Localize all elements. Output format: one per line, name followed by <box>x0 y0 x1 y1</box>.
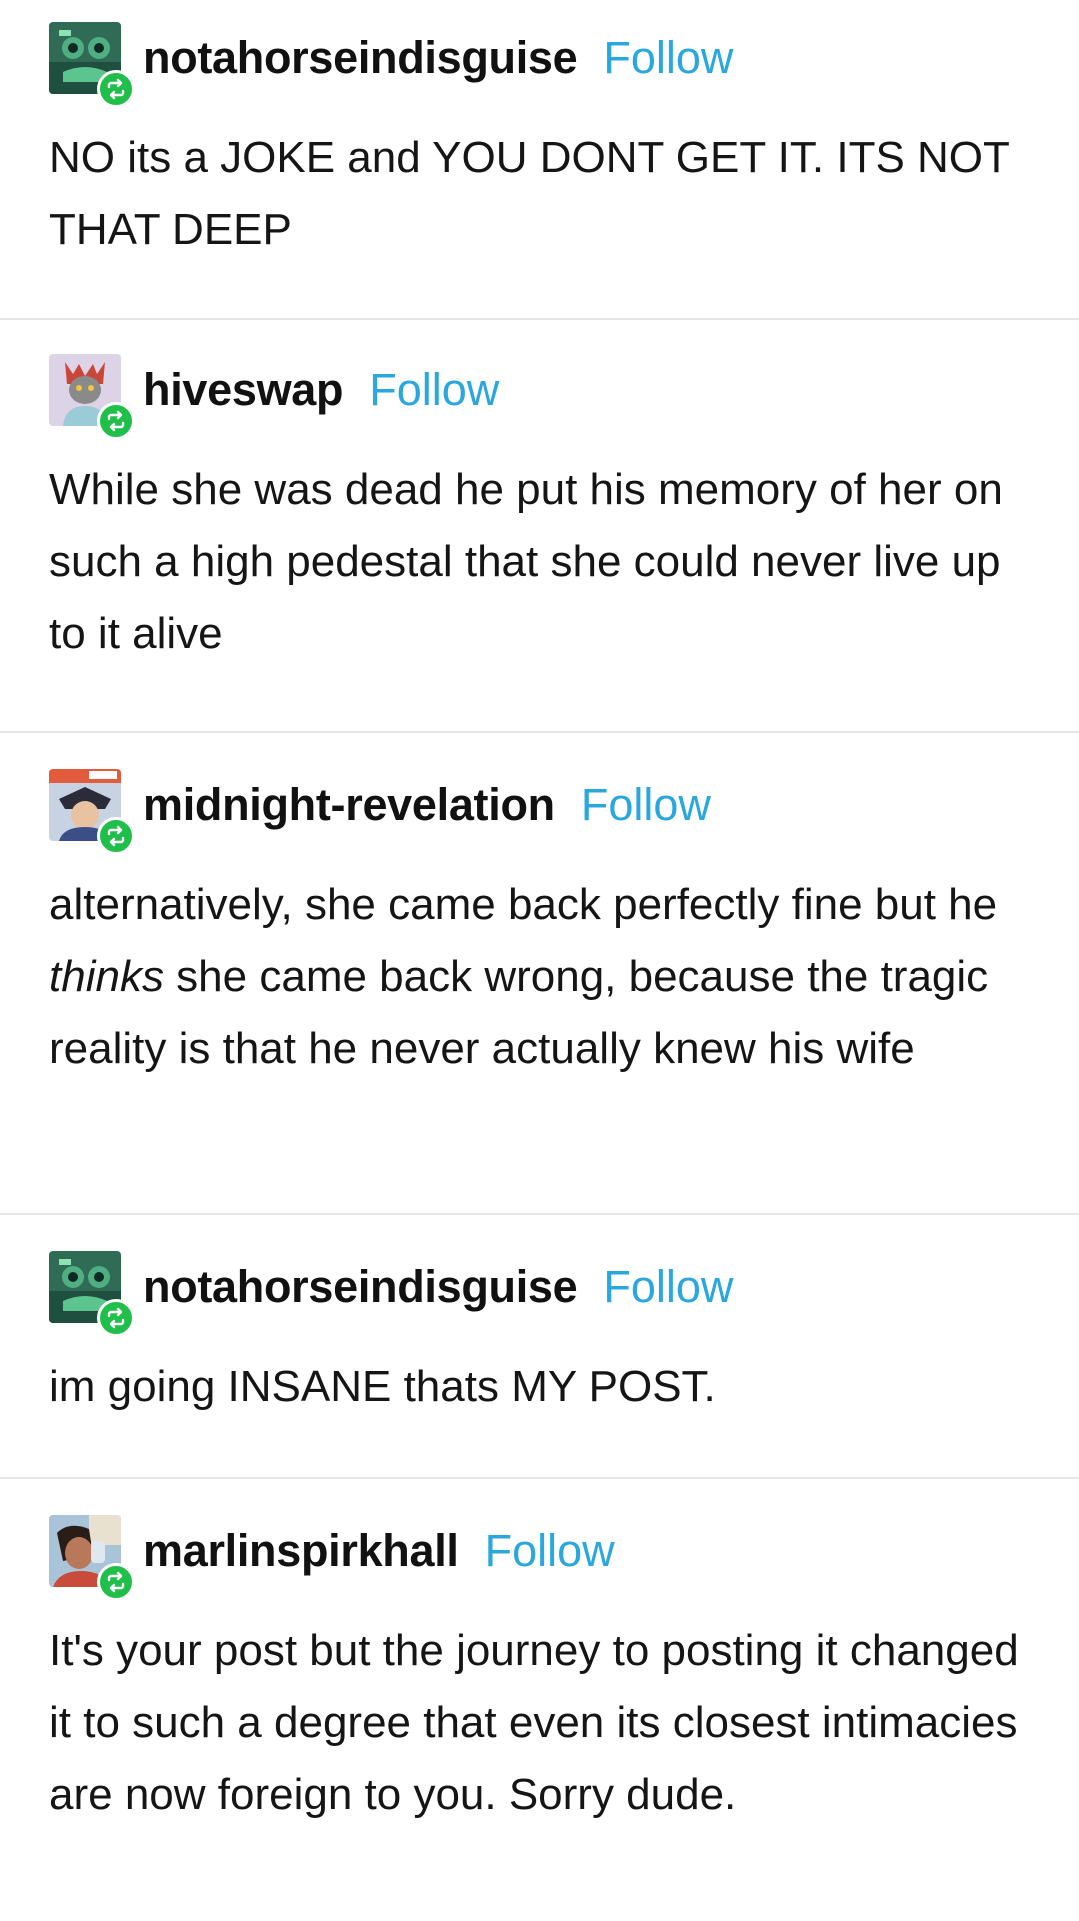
reblog-icon <box>97 402 135 440</box>
post-body: im going INSANE thats MY POST. <box>49 1362 716 1411</box>
follow-button[interactable]: Follow <box>581 779 711 831</box>
follow-button[interactable]: Follow <box>369 364 499 416</box>
avatar[interactable] <box>49 354 135 440</box>
username[interactable]: midnight-revelation <box>143 779 555 831</box>
post: midnight-revelation Follow alternatively… <box>0 733 1079 1213</box>
post-body-emphasis: thinks <box>49 952 164 1001</box>
post: notahorseindisguise Follow im going INSA… <box>0 1215 1079 1477</box>
follow-button[interactable]: Follow <box>485 1525 615 1577</box>
post-header: notahorseindisguise Follow <box>49 1251 1039 1337</box>
post-body: NO its a JOKE and YOU DONT GET IT. ITS N… <box>49 133 1010 254</box>
post-body-text: alternatively, she came back perfectly f… <box>49 880 998 929</box>
avatar[interactable] <box>49 769 135 855</box>
post-body: It's your post but the journey to postin… <box>49 1626 1019 1819</box>
post: notahorseindisguise Follow NO its a JOKE… <box>0 0 1079 318</box>
avatar[interactable] <box>49 1515 135 1601</box>
post-body: alternatively, she came back perfectly f… <box>49 869 1039 1085</box>
reblog-icon <box>97 817 135 855</box>
reblog-icon <box>97 1299 135 1337</box>
post-header: midnight-revelation Follow <box>49 769 1039 855</box>
username[interactable]: marlinspirkhall <box>143 1525 459 1577</box>
avatar[interactable] <box>49 22 135 108</box>
username[interactable]: notahorseindisguise <box>143 32 578 84</box>
follow-button[interactable]: Follow <box>603 32 733 84</box>
post-header: hiveswap Follow <box>49 354 1039 440</box>
post-body-text: she came back wrong, because the tragic … <box>49 952 989 1073</box>
reblog-icon <box>97 70 135 108</box>
username[interactable]: hiveswap <box>143 364 344 416</box>
avatar[interactable] <box>49 1251 135 1337</box>
post: marlinspirkhall Follow It's your post bu… <box>0 1479 1079 1831</box>
reblog-thread: notahorseindisguise Follow NO its a JOKE… <box>0 0 1079 1831</box>
post: hiveswap Follow While she was dead he pu… <box>0 320 1079 731</box>
post-header: notahorseindisguise Follow <box>49 22 1039 108</box>
post-body: While she was dead he put his memory of … <box>49 465 1003 658</box>
username[interactable]: notahorseindisguise <box>143 1261 578 1313</box>
reblog-icon <box>97 1563 135 1601</box>
post-header: marlinspirkhall Follow <box>49 1515 1039 1601</box>
follow-button[interactable]: Follow <box>603 1261 733 1313</box>
